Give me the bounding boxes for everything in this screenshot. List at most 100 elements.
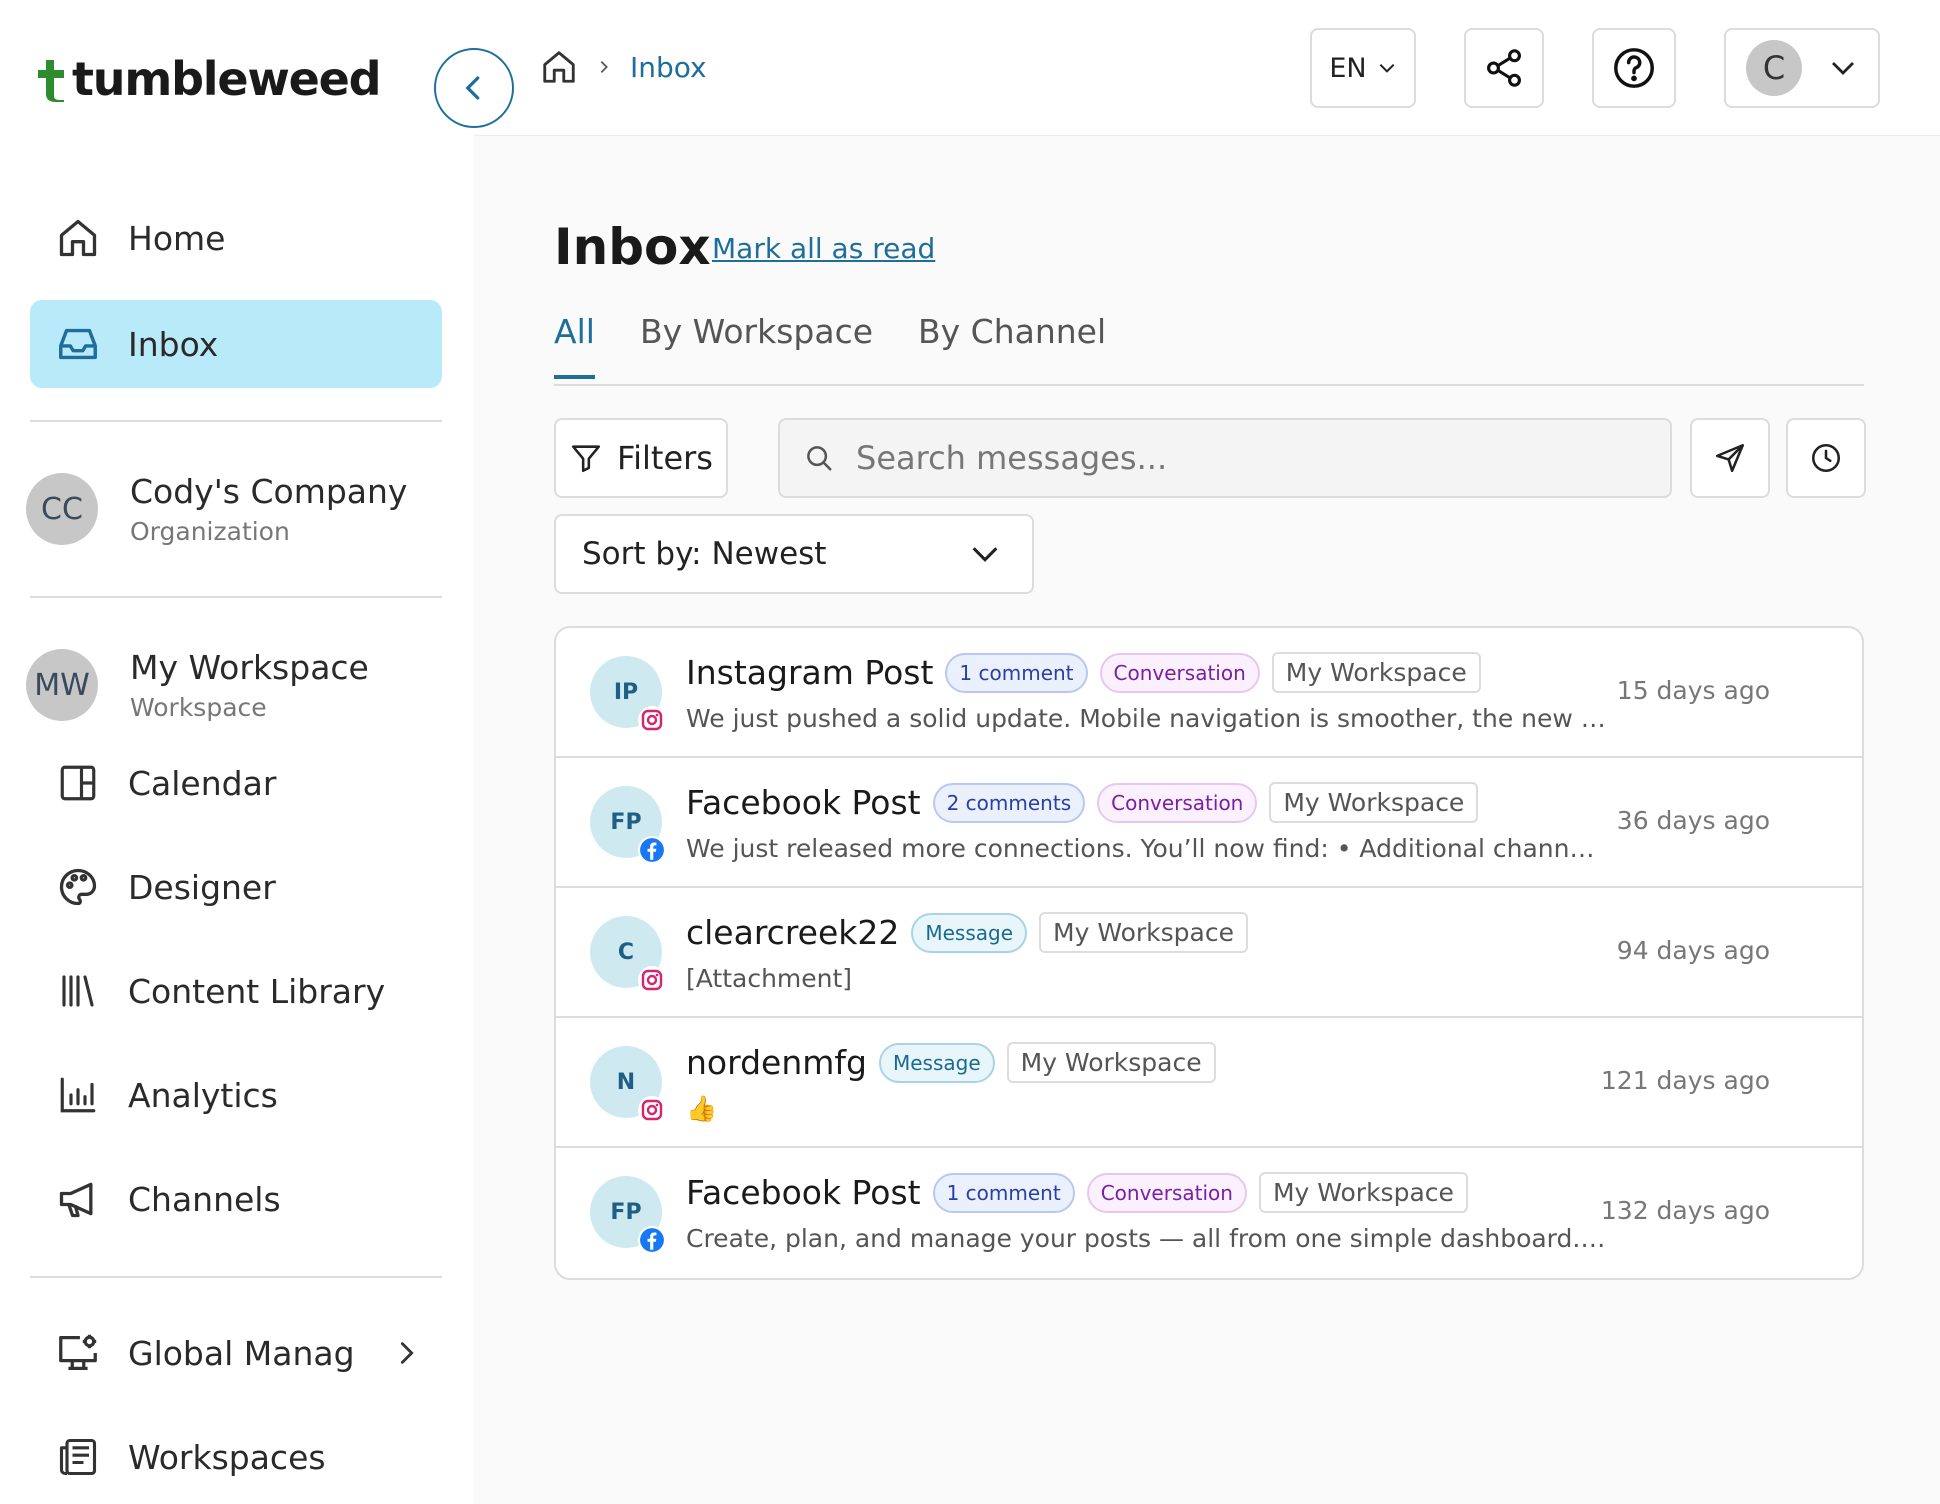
message-row[interactable]: C clearcreek22 Message My Workspace [Att… — [556, 888, 1862, 1018]
share-button[interactable] — [1464, 28, 1544, 108]
sidebar-item-label: Global Manag — [128, 1333, 355, 1373]
message-type-badge: Conversation — [1099, 652, 1260, 693]
facebook-icon — [638, 836, 666, 864]
tab-by-workspace[interactable]: By Workspace — [640, 312, 873, 375]
message-list: IP Instagram Post 1 comment Conversation… — [554, 626, 1864, 1280]
message-preview: 👍 — [686, 1094, 718, 1123]
analytics-icon — [54, 1071, 102, 1119]
sidebar-divider — [30, 596, 442, 598]
share-icon — [1487, 49, 1521, 87]
message-title: nordenmfg — [686, 1043, 867, 1082]
message-row[interactable]: N nordenmfg Message My Workspace 👍 121 d… — [556, 1018, 1862, 1148]
organization-type: Organization — [130, 517, 290, 546]
sidebar-divider — [30, 420, 442, 422]
user-menu[interactable]: C — [1724, 28, 1880, 108]
organization-avatar: CC — [26, 473, 98, 545]
breadcrumb-home-icon[interactable] — [540, 48, 578, 86]
breadcrumb-separator-icon — [596, 59, 612, 75]
palette-icon — [54, 863, 102, 911]
clock-icon — [1811, 443, 1841, 473]
breadcrumb-current[interactable]: Inbox — [630, 51, 707, 84]
language-value: EN — [1329, 52, 1367, 84]
organization-name: Cody's Company — [130, 472, 408, 511]
sidebar: tumbleweed Home Inbox CC Cody's Company … — [0, 0, 474, 1504]
sidebar-item-home[interactable]: Home — [30, 194, 442, 282]
monitor-gear-icon — [54, 1329, 102, 1377]
workspace-switcher[interactable]: MW My Workspace Workspace — [26, 648, 369, 722]
message-type-badge: Conversation — [1086, 1172, 1247, 1213]
filters-button[interactable]: Filters — [554, 418, 728, 498]
help-icon — [1614, 48, 1654, 88]
send-icon — [1715, 443, 1745, 473]
message-type-badge: Message — [911, 912, 1028, 953]
message-row[interactable]: IP Instagram Post 1 comment Conversation… — [556, 628, 1862, 758]
message-timestamp: 132 days ago — [1600, 1196, 1770, 1225]
workspace-tag: My Workspace — [1039, 912, 1248, 953]
tab-all[interactable]: All — [554, 312, 595, 379]
workspaces-icon — [54, 1433, 102, 1481]
message-row[interactable]: FP Facebook Post 1 comment Conversation … — [556, 1148, 1862, 1278]
brand-logo[interactable]: tumbleweed — [36, 52, 382, 106]
chevron-right-icon — [393, 1339, 421, 1367]
sidebar-item-content-library[interactable]: Content Library — [30, 947, 442, 1035]
search-input[interactable] — [856, 439, 1636, 477]
inbox-icon — [54, 320, 102, 368]
language-selector[interactable]: EN — [1310, 28, 1416, 108]
message-title: Instagram Post — [686, 653, 934, 692]
chevron-down-icon — [1832, 62, 1854, 75]
inbox-tabs: All By Workspace By Channel — [554, 312, 1864, 386]
facebook-icon — [638, 1226, 666, 1254]
breadcrumb: Inbox — [540, 48, 707, 86]
sidebar-item-global-management[interactable]: Global Manag — [30, 1309, 442, 1397]
sidebar-item-inbox[interactable]: Inbox — [30, 300, 442, 388]
collapse-sidebar-button[interactable] — [434, 48, 514, 128]
message-preview: [Attachment] — [686, 964, 853, 993]
send-message-button[interactable] — [1690, 418, 1770, 498]
sort-label: Sort by: Newest — [582, 536, 827, 572]
tab-by-channel[interactable]: By Channel — [918, 312, 1106, 375]
sidebar-item-workspaces[interactable]: Workspaces — [30, 1413, 442, 1501]
top-bar: Inbox EN C — [474, 0, 1940, 136]
brand-name: tumbleweed — [72, 52, 382, 106]
instagram-icon — [638, 1096, 666, 1124]
user-avatar: C — [1746, 40, 1802, 96]
calendar-icon — [54, 759, 102, 807]
library-icon — [54, 967, 102, 1015]
sidebar-item-label: Calendar — [128, 763, 277, 803]
message-timestamp: 15 days ago — [1616, 676, 1770, 705]
message-preview: We just pushed a solid update. Mobile na… — [686, 704, 1606, 733]
sidebar-item-label: Designer — [128, 867, 276, 907]
sidebar-item-label: Workspaces — [128, 1437, 326, 1477]
home-icon — [54, 214, 102, 262]
message-row[interactable]: FP Facebook Post 2 comments Conversation… — [556, 758, 1862, 888]
help-button[interactable] — [1592, 28, 1676, 108]
message-title: Facebook Post — [686, 1173, 921, 1212]
sidebar-item-analytics[interactable]: Analytics — [30, 1051, 442, 1139]
history-button[interactable] — [1786, 418, 1866, 498]
message-preview: We just released more connections. You’l… — [686, 834, 1606, 863]
message-timestamp: 94 days ago — [1616, 936, 1770, 965]
megaphone-icon — [54, 1175, 102, 1223]
message-type-badge: Message — [878, 1042, 995, 1083]
mark-all-read-link[interactable]: Mark all as read — [712, 232, 935, 265]
workspace-name: My Workspace — [130, 648, 369, 687]
comment-count-badge: 1 comment — [932, 1172, 1075, 1213]
workspace-avatar: MW — [26, 649, 98, 721]
message-type-badge: Conversation — [1097, 782, 1258, 823]
sidebar-item-label: Home — [128, 218, 226, 258]
message-title: Facebook Post — [686, 783, 921, 822]
instagram-icon — [638, 966, 666, 994]
sort-dropdown[interactable]: Sort by: Newest — [554, 514, 1034, 594]
sidebar-item-calendar[interactable]: Calendar — [30, 739, 442, 827]
message-title: clearcreek22 — [686, 913, 900, 952]
sidebar-item-label: Content Library — [128, 971, 386, 1011]
workspace-tag: My Workspace — [1269, 782, 1479, 823]
filter-icon — [572, 445, 601, 473]
sidebar-item-channels[interactable]: Channels — [30, 1155, 442, 1243]
organization-switcher[interactable]: CC Cody's Company Organization — [26, 472, 407, 546]
filters-label: Filters — [617, 439, 713, 477]
sidebar-item-designer[interactable]: Designer — [30, 843, 442, 931]
chevron-down-icon — [972, 547, 998, 562]
message-timestamp: 36 days ago — [1616, 806, 1770, 835]
chevron-down-icon — [1379, 63, 1394, 73]
